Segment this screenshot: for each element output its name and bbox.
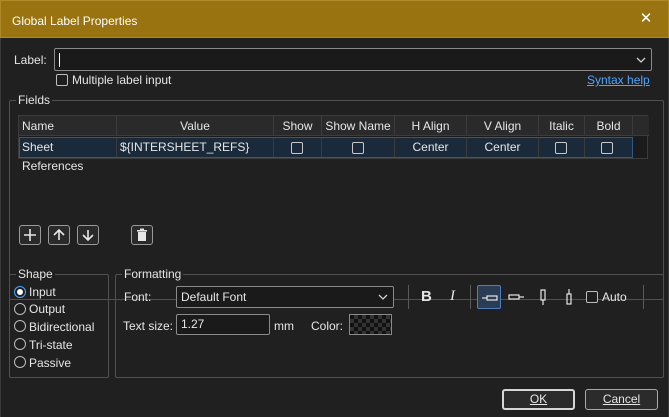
arrow-up-icon [53,228,65,240]
add-field-button[interactable] [19,225,41,245]
move-up-button[interactable] [48,225,70,245]
shape-label-output: Output [29,302,66,316]
shape-radio-input[interactable] [14,286,26,298]
shape-label-bidirectional: Bidirectional [29,320,95,334]
title-bar: Global Label Properties ✕ [0,0,669,38]
column-header-h-align[interactable]: H Align [395,116,467,136]
font-value: Default Font [181,290,247,304]
bold-checkbox[interactable] [601,142,613,154]
orientation-right-icon [508,294,524,300]
italic-checkbox[interactable] [555,142,567,154]
shape-radio-passive[interactable] [14,356,26,368]
orientation-down-icon [566,289,572,305]
move-down-button[interactable] [77,225,99,245]
text-size-caption: Text size: [123,319,174,333]
text-size-input[interactable]: 1.27 [176,314,270,335]
column-header-show-name[interactable]: Show Name [322,116,395,136]
ok-label: OK [529,392,548,406]
color-caption: Color: [311,319,344,333]
column-header-v-align[interactable]: V Align [467,116,539,136]
multiple-label-caption: Multiple label input [72,73,172,87]
spin-style-left-button[interactable] [477,285,501,309]
shape-label-passive: Passive [29,356,72,370]
orientation-left-icon [482,295,498,301]
bold-toggle[interactable]: B [421,288,432,305]
arrow-down-icon [82,230,94,242]
field-value-cell[interactable]: ${INTERSHEET_REFS} [117,138,274,157]
toolbar-separator [470,285,471,309]
fields-group-title: Fields [16,93,53,107]
italic-toggle[interactable]: I [450,288,455,305]
shape-radio-tri-state[interactable] [14,338,26,350]
close-icon[interactable]: ✕ [638,11,654,27]
ok-button[interactable]: OK [502,389,575,410]
toolbar-separator [643,285,644,309]
field-v-align-cell[interactable]: Center [467,138,539,157]
column-header-italic[interactable]: Italic [539,116,585,136]
label-combobox[interactable] [54,48,652,71]
shape-label-input: Input [29,285,56,299]
column-header-bold[interactable]: Bold [585,116,633,136]
font-caption: Font: [124,290,152,304]
auto-checkbox[interactable] [586,291,598,303]
shape-label-tri-state: Tri-state [29,338,73,352]
column-header-value[interactable]: Value [117,116,274,136]
shape-radio-output[interactable] [14,303,26,315]
chevron-down-icon[interactable] [378,292,388,302]
chevron-down-icon[interactable] [636,55,646,65]
field-show-name-cell[interactable] [322,138,395,157]
cancel-button[interactable]: Cancel [585,389,658,410]
label-caption: Label: [14,53,47,67]
multiple-label-checkbox[interactable] [56,74,68,86]
plus-icon [24,229,36,241]
font-combobox[interactable]: Default Font [176,286,394,308]
auto-caption: Auto [602,290,627,304]
spin-style-down-button[interactable] [557,285,581,309]
grid-header: Name Value Show Show Name H Align V Alig… [19,116,649,136]
shape-radio-bidirectional[interactable] [14,320,26,332]
field-bold-cell[interactable] [585,138,632,157]
column-header-show[interactable]: Show [274,116,322,136]
table-row[interactable]: Sheet References ${INTERSHEET_REFS} Cent… [19,137,633,173]
show-checkbox[interactable] [291,142,303,154]
field-h-align-cell[interactable]: Center [395,138,467,157]
trash-icon [137,228,147,241]
column-header-name[interactable]: Name [19,116,117,136]
shape-group-title: Shape [16,267,55,281]
spin-style-right-button[interactable] [504,285,528,309]
toolbar-separator [408,285,409,309]
spin-style-up-button[interactable] [531,285,555,309]
field-italic-cell[interactable] [539,138,585,157]
orientation-up-icon [540,289,546,305]
text-size-unit: mm [274,319,294,333]
cancel-label: Cancel [602,392,641,406]
color-swatch[interactable] [349,314,392,335]
formatting-group-title: Formatting [122,267,184,281]
fields-grid[interactable]: Name Value Show Show Name H Align V Alig… [18,115,649,173]
field-show-cell[interactable] [274,138,322,157]
delete-field-button[interactable] [131,225,153,245]
window-title: Global Label Properties [12,14,138,28]
syntax-help-link[interactable]: Syntax help [587,73,650,87]
show-name-checkbox[interactable] [352,142,364,154]
text-caret [59,53,60,67]
dialog-body: Label: Multiple label input Syntax help … [0,38,669,417]
field-name-cell[interactable]: Sheet References [20,138,117,173]
